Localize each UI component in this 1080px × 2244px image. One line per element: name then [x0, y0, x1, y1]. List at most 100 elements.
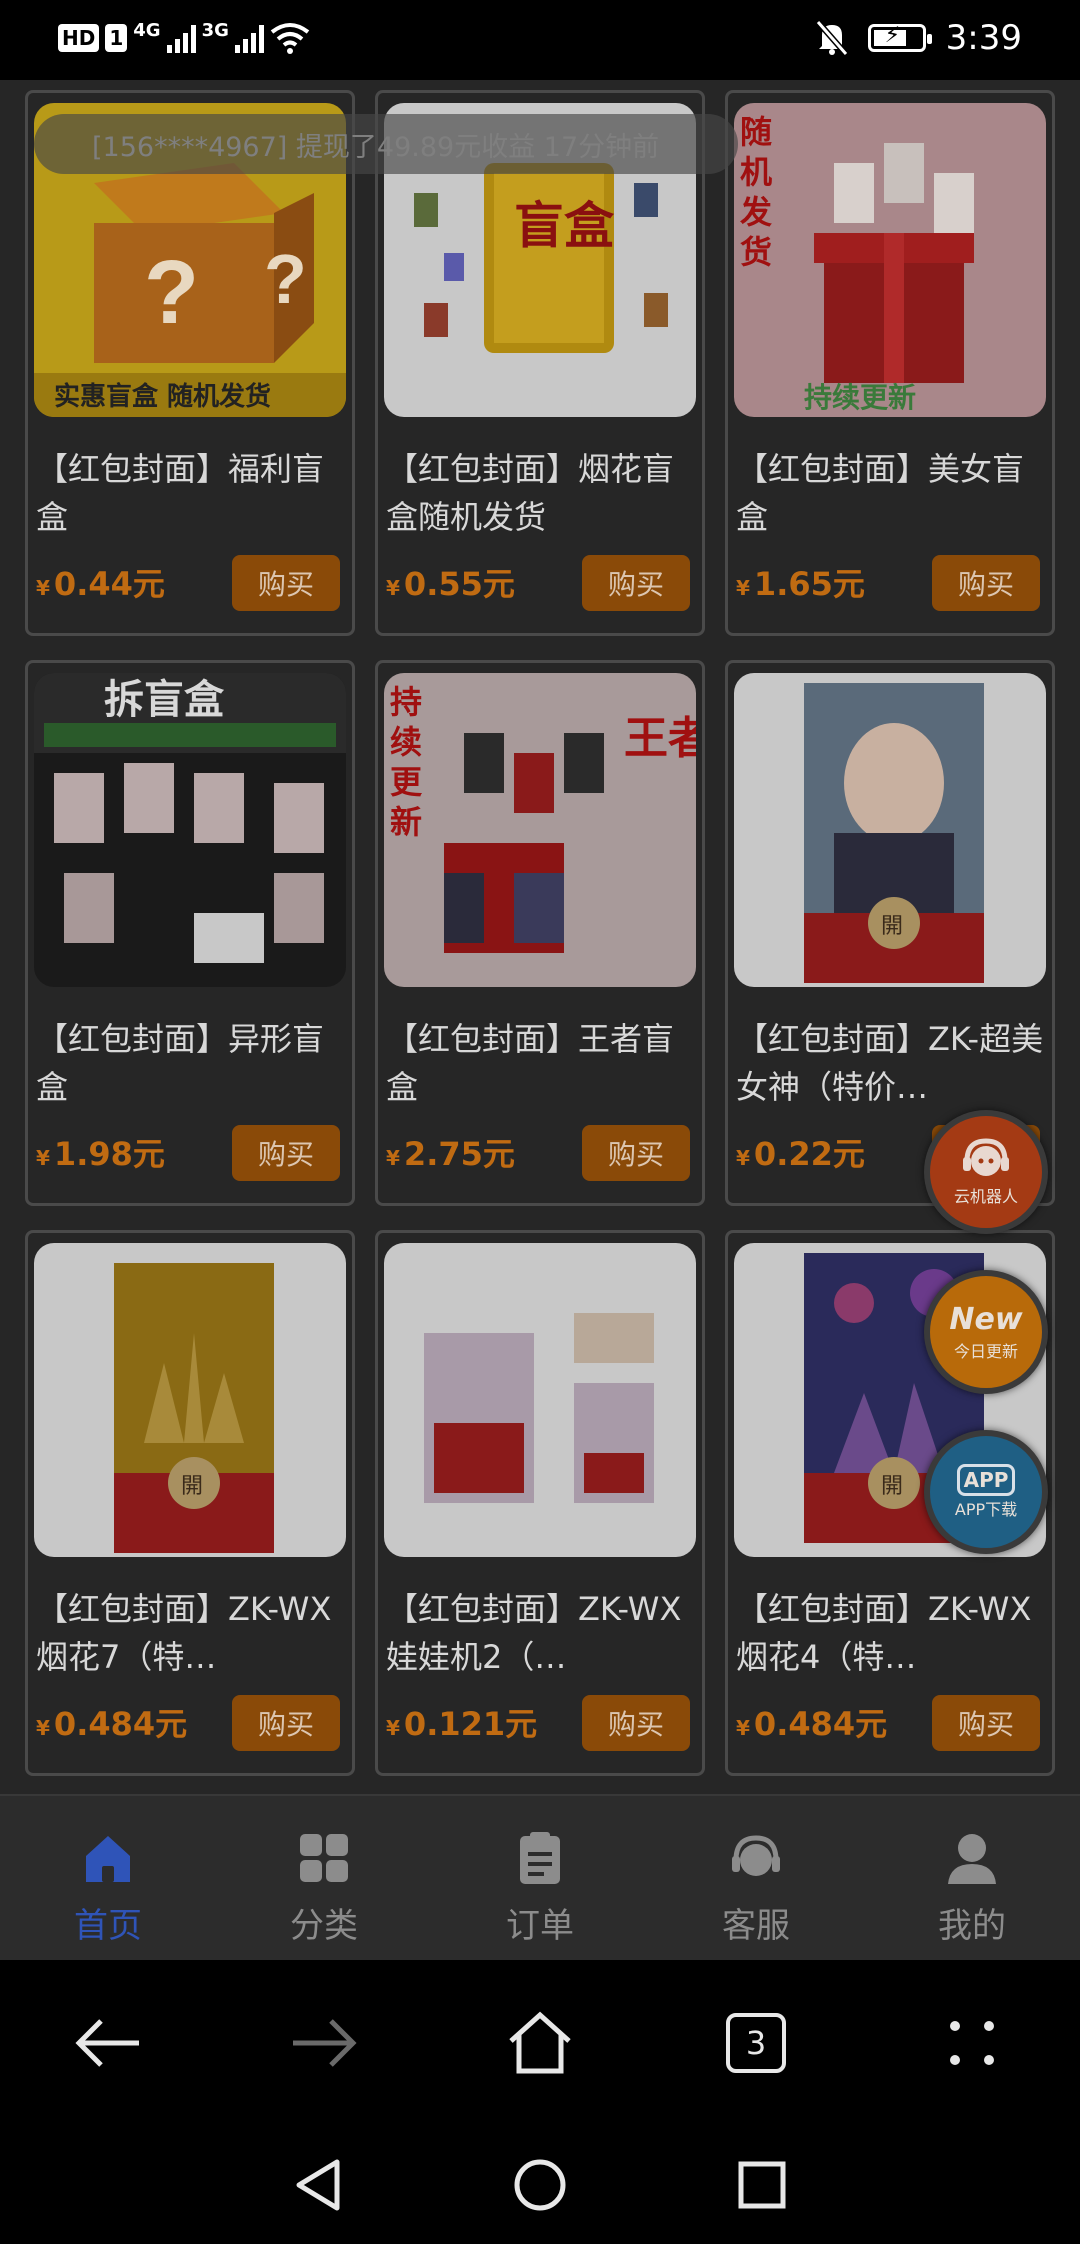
buy-button[interactable]: 购买: [582, 1125, 690, 1181]
forward-button[interactable]: [274, 1993, 374, 2093]
hd-badge: HD: [58, 24, 100, 52]
product-title[interactable]: 【红包封面】ZK-超美女神（特价…: [736, 1015, 1048, 1111]
arrow-right-icon: [293, 2019, 357, 2067]
tabs-button[interactable]: 3: [706, 1993, 806, 2093]
system-back-icon[interactable]: [293, 2158, 343, 2212]
image-caption: 開: [181, 1474, 203, 1499]
system-navigation-bar: [0, 2126, 1080, 2244]
signal-icon-2: [234, 23, 264, 53]
tab-count: 3: [726, 2013, 786, 2073]
today-update-label: 今日更新: [953, 1342, 1018, 1361]
robot-label: 云机器人: [953, 1187, 1018, 1206]
robot-service-button[interactable]: 云机器人: [924, 1110, 1048, 1234]
product-card[interactable]: 拆盲盒 【红包封面】异形盲盒 ¥1.98元 购买: [25, 660, 355, 1206]
buy-button[interactable]: 购买: [232, 1125, 340, 1181]
home-button[interactable]: [490, 1993, 590, 2093]
tab-label: 首页: [74, 1906, 142, 1946]
svg-text:续: 续: [390, 723, 422, 761]
today-update-button[interactable]: New 今日更新: [924, 1270, 1048, 1394]
image-caption: 拆盲盒: [104, 677, 225, 723]
status-bar: HD 1 4G 3G ⚡ 3:39: [0, 0, 1080, 80]
svg-text:?: ?: [264, 240, 307, 318]
app-download-button[interactable]: APP APP下载: [924, 1430, 1048, 1554]
network-type-2: 3G: [201, 19, 229, 41]
tab-home[interactable]: 首页: [0, 1796, 216, 1960]
system-home-icon[interactable]: [513, 2158, 567, 2212]
product-price: ¥0.44元: [36, 565, 165, 603]
product-title[interactable]: 【红包封面】ZK-WX烟花4（特…: [736, 1585, 1048, 1681]
buy-button[interactable]: 购买: [932, 555, 1040, 611]
product-card[interactable]: 持续更新 王者 【红包封面】王者盲盒 ¥2.75元 购买: [375, 660, 705, 1206]
product-card[interactable]: 【红包封面】ZK-WX娃娃机2（… ¥0.121元 购买: [375, 1230, 705, 1776]
product-image[interactable]: 随机发货持续更新: [734, 103, 1046, 417]
new-icon: New: [949, 1302, 1023, 1337]
product-feed[interactable]: ?? 实惠盲盒 随机发货 【红包封面】福利盲盒 ¥0.44元 购买 盲盒 【红包封…: [0, 80, 1080, 1794]
arrow-left-icon: [75, 2019, 139, 2067]
menu-button[interactable]: [922, 1993, 1022, 2093]
home-icon: [86, 1836, 130, 1882]
tab-profile[interactable]: 我的: [864, 1796, 1080, 1960]
image-caption: 開: [881, 1474, 903, 1499]
product-price: ¥1.65元: [736, 565, 865, 603]
tab-category[interactable]: 分类: [216, 1796, 432, 1960]
back-button[interactable]: [58, 1993, 158, 2093]
svg-text:更: 更: [390, 763, 423, 801]
image-caption: 開: [881, 914, 903, 939]
system-recents-icon[interactable]: [737, 2160, 787, 2210]
product-grid: ?? 实惠盲盒 随机发货 【红包封面】福利盲盒 ¥0.44元 购买 盲盒 【红包封…: [25, 90, 1055, 1776]
product-card[interactable]: 随机发货持续更新 【红包封面】美女盲盒 ¥1.65元 购买: [725, 90, 1055, 636]
app-download-label: APP下载: [954, 1500, 1018, 1519]
product-title[interactable]: 【红包封面】王者盲盒: [386, 1015, 698, 1111]
product-price: ¥1.98元: [36, 1135, 165, 1173]
product-image[interactable]: 持续更新 王者: [384, 673, 696, 987]
product-image[interactable]: 拆盲盒: [34, 673, 346, 987]
product-price: ¥0.22元: [736, 1135, 865, 1173]
image-caption: 盲盒: [514, 197, 615, 255]
tab-label: 我的: [938, 1906, 1006, 1946]
product-price: ¥2.75元: [386, 1135, 515, 1173]
mute-bell-icon: [815, 20, 848, 56]
image-caption: 实惠盲盒 随机发货: [54, 381, 271, 412]
image-caption: 持续更新: [804, 381, 916, 414]
product-image[interactable]: [384, 1243, 696, 1557]
product-image[interactable]: 開: [34, 1243, 346, 1557]
battery-icon: ⚡: [867, 23, 932, 52]
product-image[interactable]: 開: [734, 673, 1046, 987]
tab-support[interactable]: 客服: [648, 1796, 864, 1960]
tab-label: 订单: [506, 1906, 574, 1946]
clock: 3:39: [945, 18, 1022, 58]
buy-button[interactable]: 购买: [582, 1695, 690, 1751]
product-title[interactable]: 【红包封面】美女盲盒: [736, 445, 1048, 541]
product-title[interactable]: 【红包封面】异形盲盒: [36, 1015, 348, 1111]
product-title[interactable]: 【红包封面】福利盲盒: [36, 445, 348, 541]
sim-badge: 1: [105, 24, 128, 52]
product-title[interactable]: 【红包封面】烟花盲盒随机发货: [386, 445, 698, 541]
svg-text:货: 货: [740, 233, 772, 271]
tab-label: 客服: [722, 1906, 790, 1946]
svg-text:持: 持: [390, 683, 422, 721]
svg-text:随: 随: [740, 113, 772, 151]
profile-icon: [948, 1834, 996, 1884]
tab-orders[interactable]: 订单: [432, 1796, 648, 1960]
product-card[interactable]: 開 【红包封面】ZK-WX烟花7（特… ¥0.484元 购买: [25, 1230, 355, 1776]
buy-button[interactable]: 购买: [932, 1695, 1040, 1751]
headset-icon: [963, 1138, 1009, 1176]
svg-text:新: 新: [390, 803, 422, 841]
product-price: ¥0.484元: [36, 1705, 188, 1743]
product-price: ¥0.55元: [386, 565, 515, 603]
product-title[interactable]: 【红包封面】ZK-WX烟花7（特…: [36, 1585, 348, 1681]
app-icon: APP: [956, 1464, 1016, 1496]
order-icon: [520, 1832, 560, 1884]
tab-label: 分类: [290, 1906, 358, 1946]
status-left: HD 1 4G 3G: [58, 19, 310, 54]
buy-button[interactable]: 购买: [232, 1695, 340, 1751]
status-right: ⚡ 3:39: [815, 18, 1022, 58]
browser-toolbar: 3: [0, 1960, 1080, 2126]
image-caption: 王者: [624, 713, 696, 764]
svg-text:?: ?: [144, 243, 199, 343]
wifi-icon: [270, 23, 310, 54]
product-title[interactable]: 【红包封面】ZK-WX娃娃机2（…: [386, 1585, 698, 1681]
category-icon: [300, 1834, 348, 1882]
buy-button[interactable]: 购买: [232, 555, 340, 611]
buy-button[interactable]: 购买: [582, 555, 690, 611]
